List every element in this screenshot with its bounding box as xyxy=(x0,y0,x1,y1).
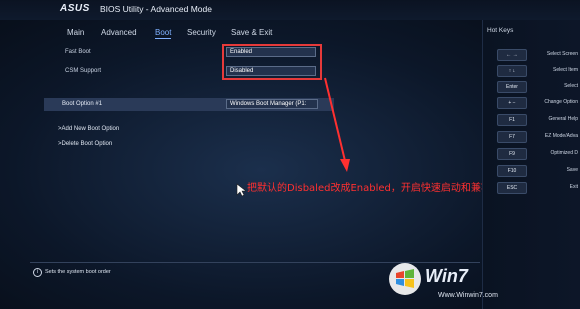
tab-main[interactable]: Main xyxy=(67,28,84,37)
add-boot-option-link[interactable]: >Add New Boot Option xyxy=(58,126,119,132)
key-esc: ESC xyxy=(497,182,527,194)
delete-boot-option-link[interactable]: >Delete Boot Option xyxy=(58,141,112,147)
key-desc-ez-mode: EZ Mode/Adva xyxy=(544,133,578,139)
key-desc-change-option: Change Option xyxy=(544,99,578,105)
boot-option-1-label: Boot Option #1 xyxy=(62,101,103,107)
key-f7: F7 xyxy=(497,131,527,143)
key-enter: Enter xyxy=(497,81,527,93)
key-f9: F9 xyxy=(497,148,527,160)
bios-title: BIOS Utility - Advanced Mode xyxy=(100,4,212,14)
key-up-down: ↑ ↓ xyxy=(497,65,527,77)
key-f1: F1 xyxy=(497,114,527,126)
key-desc-save: Save xyxy=(566,167,578,173)
hotkeys-title: Hot Keys xyxy=(487,27,514,34)
csm-support-label: CSM Support xyxy=(65,68,102,74)
delete-boot-option-label: Delete Boot Option xyxy=(61,141,113,147)
fast-boot-label: Fast Boot xyxy=(65,49,91,55)
key-desc-exit: Exit xyxy=(569,184,578,190)
key-desc-select: Select xyxy=(564,83,578,89)
key-plus-minus: + − xyxy=(497,97,527,109)
tab-boot[interactable]: Boot xyxy=(155,28,172,39)
key-desc-general-help: General Help xyxy=(548,116,578,122)
tab-advanced[interactable]: Advanced xyxy=(101,28,137,37)
windows-logo-icon xyxy=(389,263,421,295)
add-boot-option-label: Add New Boot Option xyxy=(61,126,120,132)
annotation-text: 把默认的Disbaled改成Enabled，开启快速启动和兼容模式 xyxy=(247,183,511,194)
annotation-highlight-box xyxy=(222,44,322,80)
boot-option-1-value[interactable]: Windows Boot Manager (P1: xyxy=(226,99,318,109)
tab-save-exit[interactable]: Save & Exit xyxy=(231,28,272,37)
mouse-cursor-icon xyxy=(236,183,246,197)
key-desc-optimized-defaults: Optimized D xyxy=(550,150,578,156)
key-desc-select-screen: Select Screen xyxy=(546,51,578,57)
tab-security[interactable]: Security xyxy=(187,28,216,37)
watermark-url: Www.Winwin7.com xyxy=(438,292,498,299)
help-text: Sets the system boot order xyxy=(45,269,111,275)
key-desc-select-item: Select Item xyxy=(552,67,578,73)
key-f10: F10 xyxy=(497,165,527,177)
info-icon: i xyxy=(33,268,42,277)
watermark-text: Win7 xyxy=(425,266,468,286)
key-left-right: ← → xyxy=(497,49,527,61)
annotation-arrow xyxy=(324,77,350,172)
asus-logo: ASUS xyxy=(60,3,90,14)
